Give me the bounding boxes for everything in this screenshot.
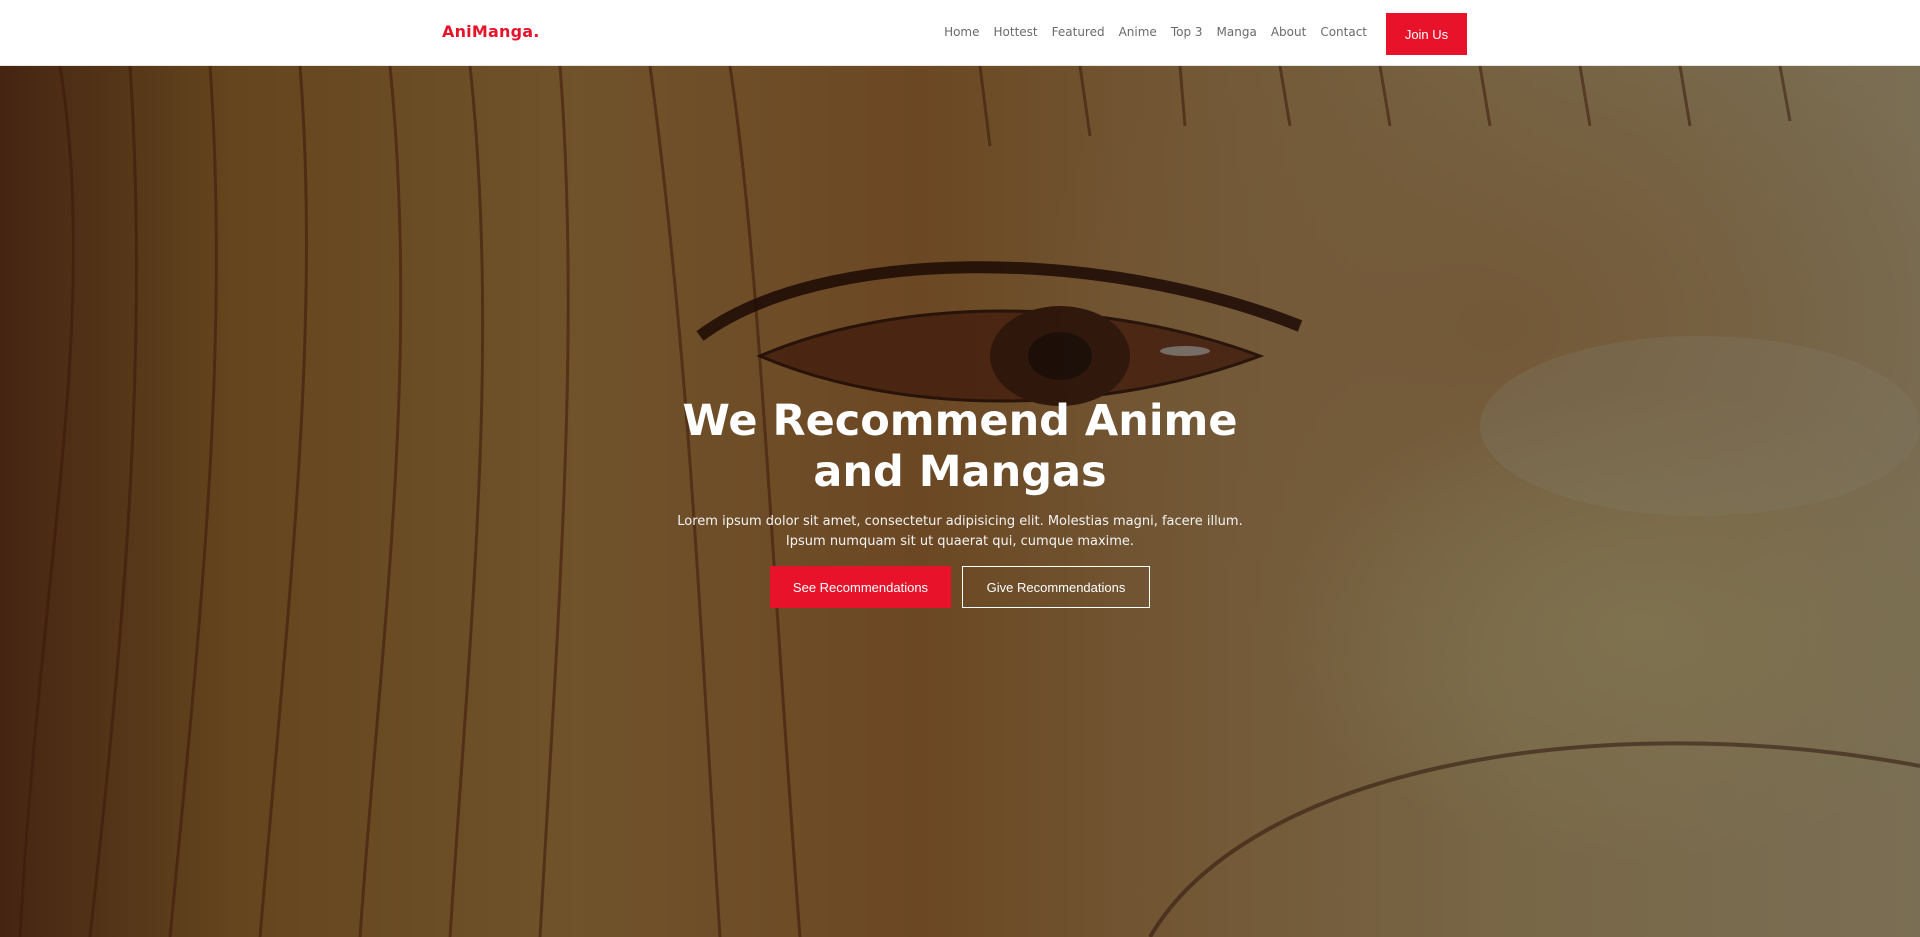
nav-item-about[interactable]: About (1271, 25, 1306, 39)
nav-item-contact[interactable]: Contact (1320, 25, 1367, 39)
main-nav: Home Hottest Featured Anime Top 3 Manga … (944, 25, 1367, 39)
nav-item-home[interactable]: Home (944, 25, 979, 39)
hero-description: Lorem ipsum dolor sit amet, consectetur … (677, 514, 1243, 549)
see-recommendations-button[interactable]: See Recommendations (770, 566, 951, 608)
nav-item-hottest[interactable]: Hottest (994, 25, 1038, 39)
join-us-button[interactable]: Join Us (1386, 13, 1467, 55)
site-header: AniManga. Home Hottest Featured Anime To… (0, 0, 1920, 66)
nav-item-manga[interactable]: Manga (1217, 25, 1257, 39)
nav-item-anime[interactable]: Anime (1119, 25, 1157, 39)
give-recommendations-button[interactable]: Give Recommendations (962, 566, 1150, 608)
site-logo[interactable]: AniManga. (442, 22, 540, 41)
hero-button-group: See Recommendations Give Recommendations (660, 566, 1260, 608)
hero-content: We Recommend Anime and Mangas Lorem ipsu… (660, 396, 1260, 608)
nav-item-top-3[interactable]: Top 3 (1171, 25, 1203, 39)
hero-title: We Recommend Anime and Mangas (682, 396, 1238, 497)
hero-section: We Recommend Anime and Mangas Lorem ipsu… (0, 66, 1920, 937)
nav-item-featured[interactable]: Featured (1052, 25, 1105, 39)
